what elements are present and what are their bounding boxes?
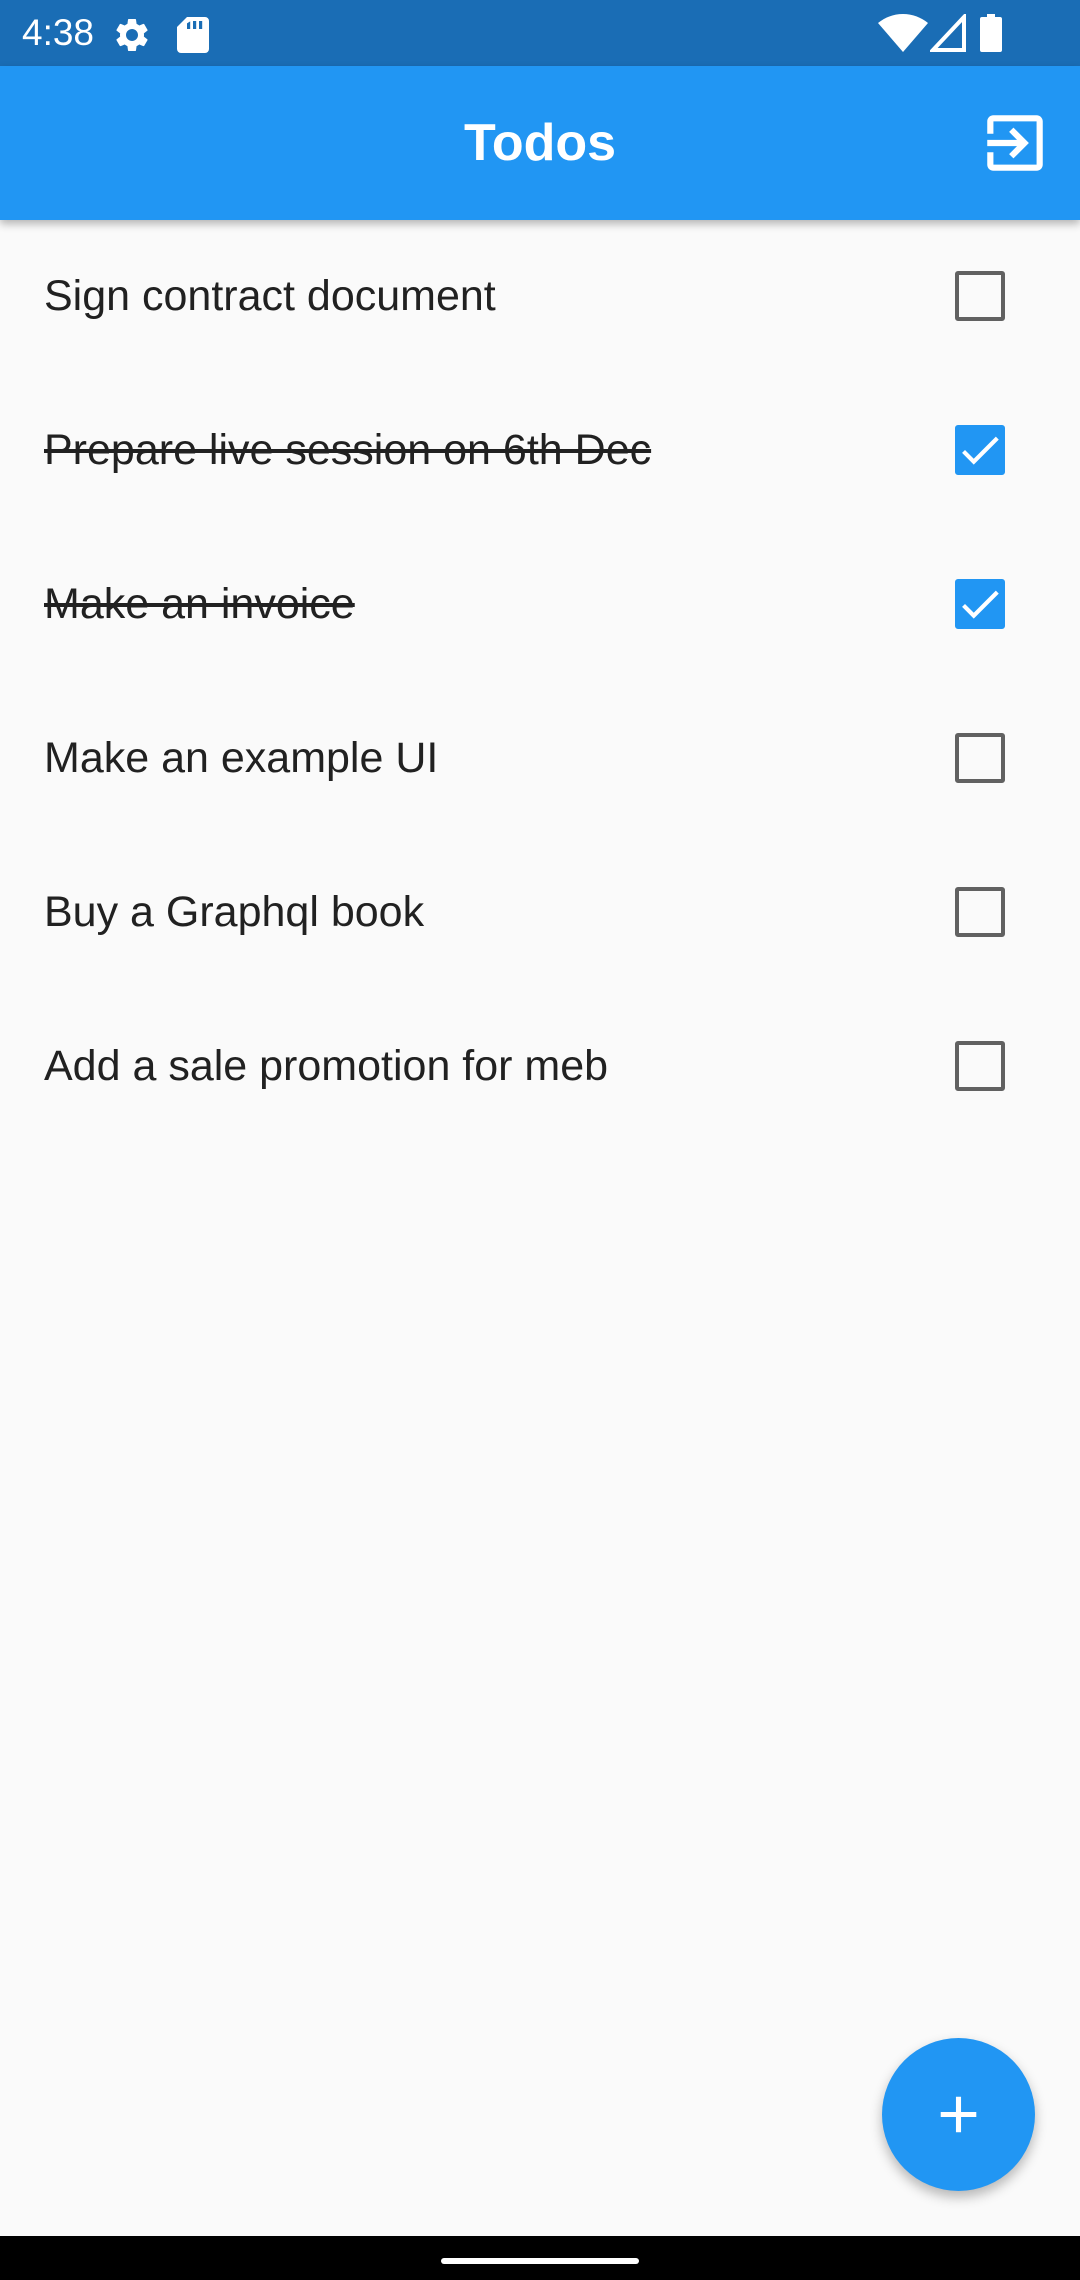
todo-checkbox[interactable]: [955, 271, 1005, 321]
todo-text: Prepare live session on 6th Dec: [44, 426, 652, 474]
plus-icon: [940, 2096, 977, 2133]
todo-item[interactable]: Buy a Graphql book: [0, 836, 1080, 990]
home-gesture-handle[interactable]: [441, 2258, 639, 2264]
sd-card-icon: [177, 17, 209, 53]
logout-button[interactable]: [978, 106, 1052, 180]
todo-item[interactable]: Make an invoice: [0, 528, 1080, 682]
todo-list: Sign contract document Prepare live sess…: [0, 220, 1080, 1144]
logout-icon: [987, 115, 1043, 171]
battery-icon: [980, 14, 1002, 52]
checkmark-icon: [962, 590, 999, 619]
todo-text: Make an example UI: [44, 734, 439, 782]
todo-checkbox[interactable]: [955, 733, 1005, 783]
todo-checkbox[interactable]: [955, 1041, 1005, 1091]
todo-text: Make an invoice: [44, 580, 355, 628]
todo-text: Buy a Graphql book: [44, 888, 425, 936]
checkmark-icon: [962, 436, 999, 465]
status-time: 4:38: [22, 12, 95, 53]
todo-item[interactable]: Sign contract document: [0, 220, 1080, 374]
todo-item[interactable]: Add a sale promotion for meb: [0, 990, 1080, 1144]
todo-text: Sign contract document: [44, 272, 496, 320]
app-bar: Todos: [0, 66, 1080, 220]
cell-signal-icon: [930, 14, 966, 52]
wifi-icon: [878, 14, 928, 52]
todo-checkbox[interactable]: [955, 579, 1005, 629]
todo-item[interactable]: Prepare live session on 6th Dec: [0, 374, 1080, 528]
system-nav-bar: [0, 2236, 1080, 2280]
add-todo-button[interactable]: [882, 2038, 1035, 2191]
status-bar: 4:38: [0, 0, 1080, 66]
todo-checkbox[interactable]: [955, 425, 1005, 475]
todo-item[interactable]: Make an example UI: [0, 682, 1080, 836]
gear-icon: [116, 18, 148, 51]
todo-text: Add a sale promotion for meb: [44, 1042, 609, 1090]
page-title: Todos: [463, 114, 617, 172]
todo-checkbox[interactable]: [955, 887, 1005, 937]
